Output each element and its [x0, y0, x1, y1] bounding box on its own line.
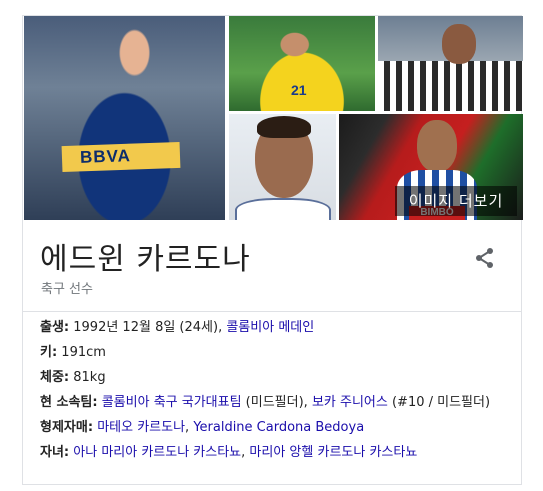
- player-head: [417, 120, 457, 172]
- fact-key: 자녀:: [40, 445, 70, 460]
- fact-weight: 체중: 81kg: [40, 368, 510, 388]
- sibling-link[interactable]: 마테오 카르도나: [97, 420, 185, 435]
- share-icon[interactable]: [473, 246, 497, 270]
- entity-title: 에드윈 카르도나: [40, 242, 251, 277]
- fact-key: 형제자매:: [40, 420, 94, 435]
- fact-value: 81kg: [69, 370, 106, 385]
- photo-colombia-celebration[interactable]: 21: [229, 16, 375, 111]
- player-hair: [257, 116, 311, 138]
- main-player-photo[interactable]: BBVA: [24, 16, 225, 220]
- facts-list: 출생: 1992년 12월 8일 (24세), 콜롬비아 메데인 키: 191c…: [40, 318, 510, 468]
- fact-height: 키: 191cm: [40, 343, 510, 363]
- jersey-number: 21: [291, 82, 307, 98]
- fact-key: 키:: [40, 345, 58, 360]
- player-head: [442, 24, 476, 64]
- knowledge-panel: BBVA 21 BIMBO 이미지 더보기 에드윈 카르도나 축구 선수 출생:…: [22, 15, 523, 485]
- club-link[interactable]: 보카 주니어스: [312, 395, 388, 410]
- fact-value: (#10 / 미드필더): [387, 395, 491, 410]
- fact-key: 현 소속팀:: [40, 395, 98, 410]
- entity-subtitle: 축구 선수: [41, 282, 93, 297]
- more-images-button[interactable]: 이미지 더보기: [395, 186, 517, 216]
- birthplace-link[interactable]: 콜롬비아 메데인: [226, 320, 314, 335]
- fact-value: (미드필더),: [241, 395, 312, 410]
- national-team-link[interactable]: 콜롬비아 축구 국가대표팀: [102, 395, 242, 410]
- fact-value: 191cm: [57, 345, 106, 360]
- sibling-link[interactable]: Yeraldine Cardona Bedoya: [193, 420, 364, 435]
- fact-current-team: 현 소속팀: 콜롬비아 축구 국가대표팀 (미드필더), 보카 주니어스 (#1…: [40, 393, 510, 413]
- photo-portrait[interactable]: [229, 114, 336, 220]
- child-link[interactable]: 아나 마리아 카르도나 카스타뇨: [73, 445, 241, 460]
- child-link[interactable]: 마리아 앙헬 카르도나 카스타뇨: [249, 445, 417, 460]
- section-divider: [23, 311, 521, 312]
- fact-siblings: 형제자매: 마테오 카르도나, Yeraldine Cardona Bedoya: [40, 418, 510, 438]
- fact-value: 1992년 12월 8일 (24세),: [69, 320, 227, 335]
- fact-birth: 출생: 1992년 12월 8일 (24세), 콜롬비아 메데인: [40, 318, 510, 338]
- player-shirt: [235, 198, 331, 220]
- fact-key: 체중:: [40, 370, 70, 385]
- photo-monterrey-celebration[interactable]: [378, 16, 523, 111]
- fact-key: 출생:: [40, 320, 70, 335]
- jersey-sponsor-text: BBVA: [79, 146, 132, 167]
- fact-children: 자녀: 아나 마리아 카르도나 카스타뇨, 마리아 앙헬 카르도나 카스타뇨: [40, 443, 510, 463]
